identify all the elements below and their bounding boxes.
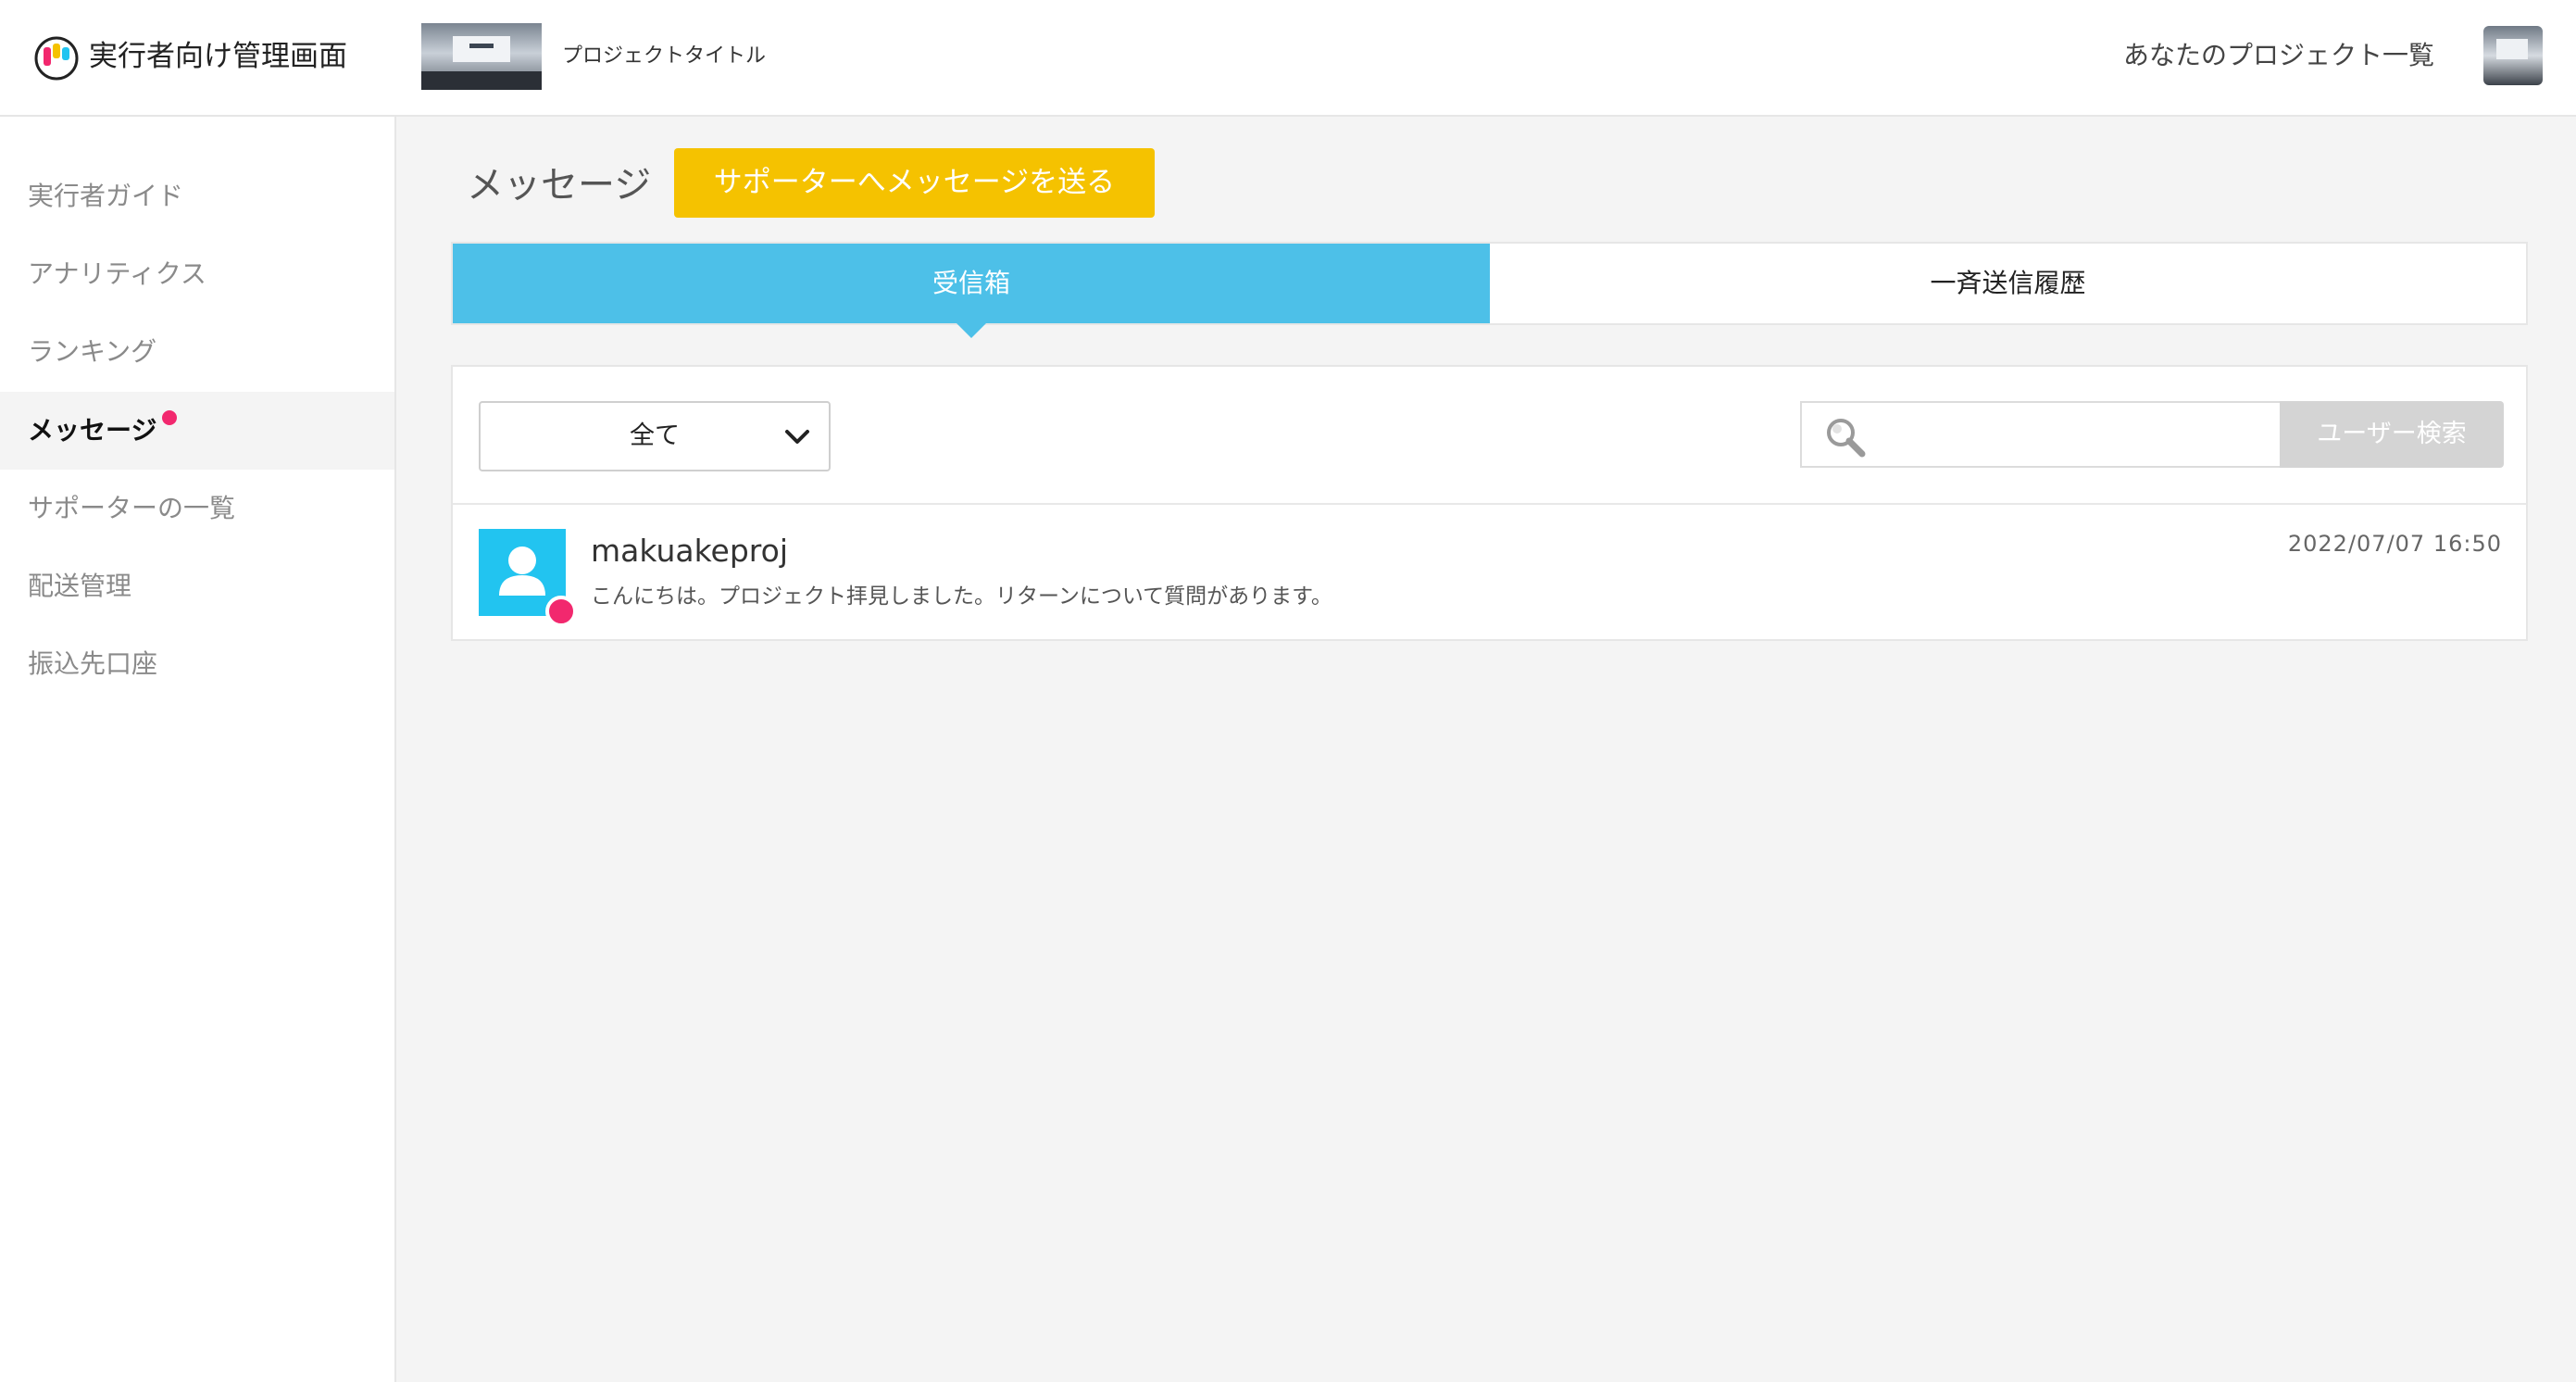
sidebar-item-supporters[interactable]: サポーターの一覧	[0, 470, 394, 547]
message-timestamp: 2022/07/07 16:50	[2287, 531, 2502, 557]
sidebar-item-analytics[interactable]: アナリティクス	[0, 235, 394, 313]
sidebar-item-bank-account[interactable]: 振込先口座	[0, 625, 394, 703]
user-search-box	[1800, 401, 2280, 468]
filter-selected-value: 全て	[630, 421, 680, 450]
your-projects-link[interactable]: あなたのプロジェクト一覧	[2123, 35, 2434, 76]
unread-badge-icon	[545, 596, 577, 627]
user-avatar[interactable]	[2483, 26, 2543, 85]
message-list-item[interactable]: makuakeproj こんにちは。プロジェクト拝見しました。リターンについて質…	[453, 505, 2526, 639]
top-header: 実行者向け管理画面 プロジェクトタイトル あなたのプロジェクト一覧	[0, 0, 2576, 117]
user-search-button[interactable]: ユーザー検索	[2280, 401, 2504, 468]
user-search-input[interactable]	[1880, 410, 2269, 460]
message-list-panel: 全て ユーザー検索 makuakeproj こんにちは。プロジェクト拝見しました…	[451, 365, 2528, 641]
message-filter-select[interactable]: 全て	[479, 401, 831, 471]
message-tabs: 受信箱 一斉送信履歴	[451, 242, 2528, 325]
tab-inbox[interactable]: 受信箱	[453, 244, 1490, 323]
send-message-to-supporters-button[interactable]: サポーターへメッセージを送る	[674, 148, 1155, 218]
sidebar-item-guide[interactable]: 実行者ガイド	[0, 157, 394, 235]
project-title[interactable]: プロジェクトタイトル	[562, 41, 766, 72]
sidebar: 実行者ガイド アナリティクス ランキング メッセージ サポーターの一覧 配送管理…	[0, 117, 396, 1382]
sidebar-item-ranking[interactable]: ランキング	[0, 313, 394, 391]
project-thumbnail[interactable]	[421, 23, 542, 90]
search-icon	[1827, 419, 1866, 458]
active-tab-caret-icon	[957, 323, 986, 338]
message-preview: こんにちは。プロジェクト拝見しました。リターンについて質問があります。	[591, 584, 1332, 609]
unread-dot-icon	[162, 410, 178, 425]
tab-bulk-send-history[interactable]: 一斉送信履歴	[1490, 244, 2526, 323]
sidebar-item-shipping[interactable]: 配送管理	[0, 547, 394, 625]
brand-logo-icon[interactable]	[33, 35, 80, 82]
page-title: メッセージ	[467, 164, 652, 207]
app-title[interactable]: 実行者向け管理画面	[89, 35, 347, 78]
sidebar-item-messages[interactable]: メッセージ	[0, 392, 394, 470]
sender-name: makuakeproj	[591, 533, 788, 569]
chevron-down-icon	[785, 430, 809, 444]
